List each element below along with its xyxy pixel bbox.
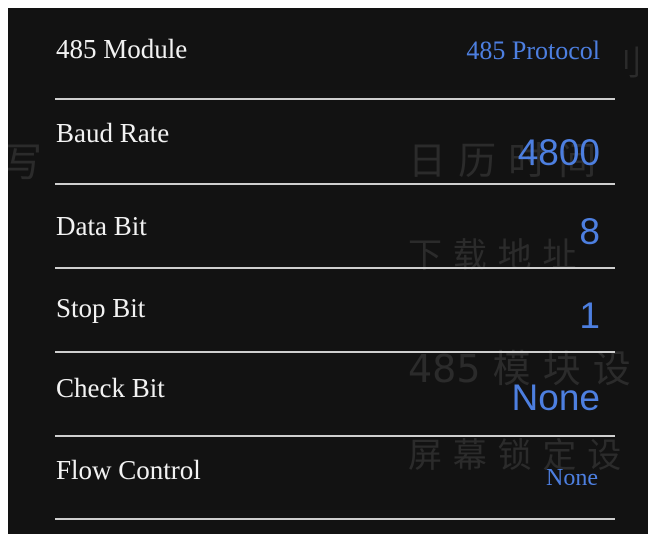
setting-value[interactable]: None <box>512 377 600 419</box>
settings-panel: 刂 写 日 历 时 间 下 载 地 址 485 模 块 设 屏 幕 锁 定 设 … <box>8 8 648 534</box>
divider <box>55 518 615 520</box>
setting-value[interactable]: None <box>546 465 598 492</box>
setting-value[interactable]: 8 <box>579 211 600 253</box>
setting-label: Data Bit <box>56 211 147 241</box>
setting-row-data-bit[interactable]: Data Bit 8 <box>8 185 648 269</box>
setting-value[interactable]: 4800 <box>518 132 600 174</box>
setting-label: 485 Module <box>56 34 188 64</box>
setting-label: Baud Rate <box>56 118 170 148</box>
setting-label: Stop Bit <box>56 293 146 323</box>
setting-row-check-bit[interactable]: Check Bit None <box>8 353 648 437</box>
setting-row-stop-bit[interactable]: Stop Bit 1 <box>8 269 648 353</box>
setting-row-baud-rate[interactable]: Baud Rate 4800 <box>8 100 648 184</box>
setting-label: Check Bit <box>56 373 165 403</box>
setting-value[interactable]: 1 <box>579 295 600 337</box>
setting-row-flow-control[interactable]: Flow Control None <box>8 437 648 521</box>
setting-row-485-module[interactable]: 485 Module 485 Protocol <box>8 8 648 92</box>
setting-label: Flow Control <box>56 455 201 485</box>
setting-value[interactable]: 485 Protocol <box>466 36 600 66</box>
